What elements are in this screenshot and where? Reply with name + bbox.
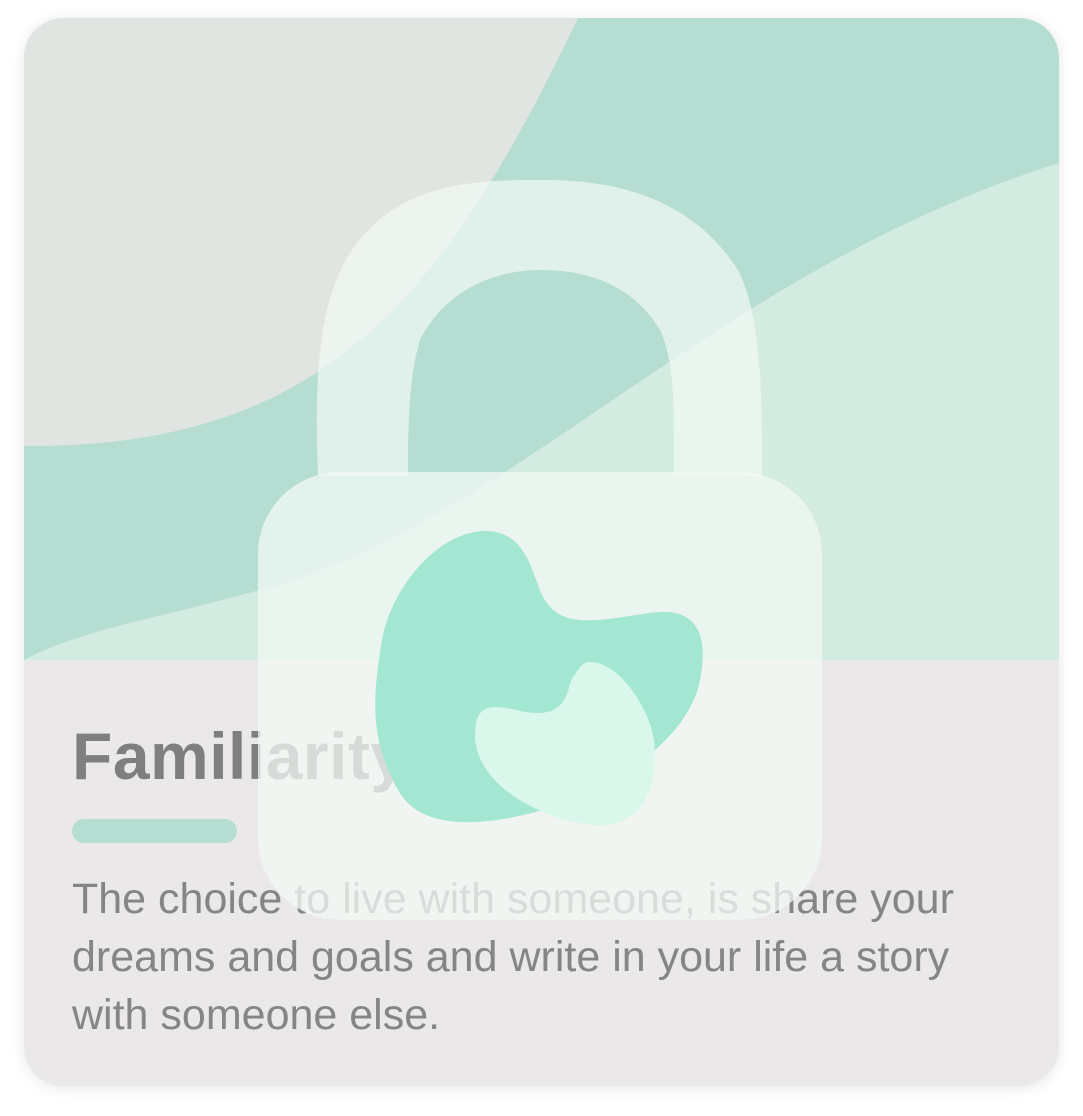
title-accent-bar	[72, 819, 237, 843]
info-card: Familiarity The choice to live with some…	[24, 18, 1059, 1086]
header-illustration	[24, 18, 1059, 660]
card-description: The choice to live with someone, is shar…	[72, 875, 954, 1039]
card-title: Familiarity	[72, 719, 408, 793]
